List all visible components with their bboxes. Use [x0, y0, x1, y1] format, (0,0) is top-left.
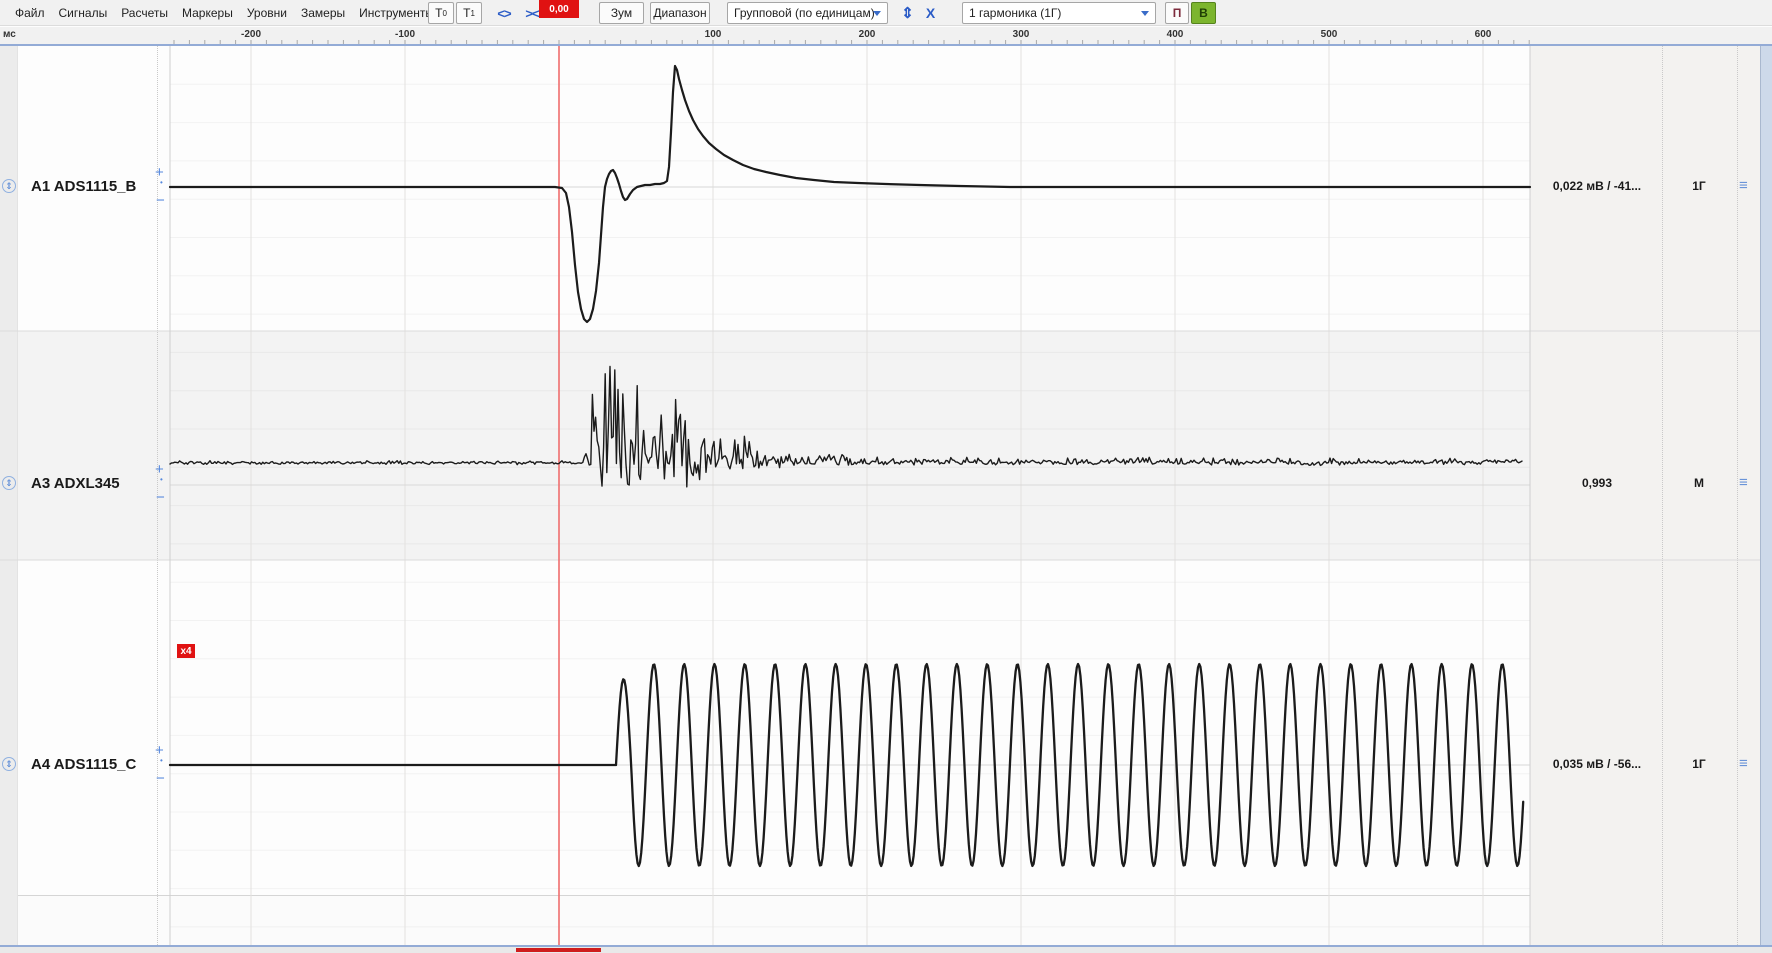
values-separator-line: [1662, 46, 1663, 945]
zero-down-handle[interactable]: −: [156, 770, 165, 787]
chevron-down-icon: [1141, 11, 1149, 16]
t1-label: T: [463, 6, 470, 20]
bottom-scrollbar[interactable]: [0, 947, 1772, 953]
harmonic-dropdown[interactable]: 1 гармоника (1Г): [962, 2, 1156, 24]
menu-measurements[interactable]: Замеры: [301, 6, 345, 20]
menu-calculations[interactable]: Расчеты: [121, 6, 168, 20]
channel-drag-icon[interactable]: ⇕: [2, 757, 16, 771]
channel-unit: 1Г: [1664, 757, 1734, 771]
channel-unit: М: [1664, 476, 1734, 490]
bottom-band: [0, 895, 1760, 945]
ruler-unit-label: мс: [3, 29, 16, 40]
zero-dot-handle[interactable]: •: [160, 756, 163, 765]
t0-button[interactable]: T0: [428, 2, 454, 24]
channel-band-a1: [0, 46, 1760, 331]
chevron-down-icon: [873, 11, 881, 16]
channel-band-a3: [0, 331, 1760, 560]
time-ruler[interactable]: мс -200 -100 100 200 300 400 500 600: [0, 27, 1772, 45]
ruler-tick-label: 300: [999, 29, 1043, 40]
clear-icon[interactable]: X: [920, 2, 940, 24]
ruler-tick-label: 100: [691, 29, 735, 40]
bottom-scrollbar-thumb[interactable]: [516, 948, 601, 952]
p-toggle-button[interactable]: П: [1165, 2, 1189, 24]
channel-menu-icon[interactable]: ≡: [1739, 177, 1748, 194]
menu-levels[interactable]: Уровни: [247, 6, 287, 20]
v-toggle-button[interactable]: В: [1191, 2, 1216, 24]
channel-value: 0,993: [1532, 476, 1662, 490]
channel-unit: 1Г: [1664, 179, 1734, 193]
t1-button[interactable]: T1: [456, 2, 482, 24]
autoscale-vertical-icon[interactable]: ⇕: [897, 2, 917, 24]
zero-dot-handle[interactable]: •: [160, 475, 163, 484]
ruler-tick-label: -100: [383, 29, 427, 40]
channel-band-a4: [0, 560, 1760, 895]
unit-separator-line: [1737, 46, 1738, 945]
channel-menu-icon[interactable]: ≡: [1739, 755, 1748, 772]
channel-label[interactable]: A3 ADXL345: [31, 475, 120, 492]
t0-sub: 0: [442, 9, 446, 18]
menu-signals[interactable]: Сигналы: [59, 6, 108, 20]
channel-value: 0,035 мВ / -56...: [1532, 757, 1662, 771]
ruler-tick-label: 600: [1461, 29, 1505, 40]
group-mode-dropdown[interactable]: Групповой (по единицам): [727, 2, 888, 24]
channel-value: 0,022 мВ / -41...: [1532, 179, 1662, 193]
menu-markers[interactable]: Маркеры: [182, 6, 233, 20]
t1-sub: 1: [470, 9, 474, 18]
ruler-underline: [0, 44, 1772, 46]
zero-down-handle[interactable]: −: [156, 489, 165, 506]
menu-file[interactable]: Файл: [15, 6, 45, 20]
zoom-button[interactable]: Зум: [599, 2, 644, 24]
channel-drag-icon[interactable]: ⇕: [2, 179, 16, 193]
scale-multiplier-badge[interactable]: x4: [177, 644, 195, 658]
app-window: Файл Сигналы Расчеты Маркеры Уровни Заме…: [0, 0, 1772, 953]
channel-label[interactable]: A1 ADS1115_B: [31, 178, 136, 195]
range-button[interactable]: Диапазон: [650, 2, 710, 24]
menu-bar: Файл Сигналы Расчеты Маркеры Уровни Заме…: [15, 0, 434, 26]
group-mode-value: Групповой (по единицам): [734, 6, 875, 20]
channel-menu-icon[interactable]: ≡: [1739, 474, 1748, 491]
ruler-tick-label: 400: [1153, 29, 1197, 40]
cursor-time-badge[interactable]: 0,00: [539, 0, 579, 18]
harmonic-value: 1 гармоника (1Г): [969, 6, 1061, 20]
vertical-scrollbar[interactable]: [1760, 46, 1772, 945]
menu-tools[interactable]: Инструменты: [359, 6, 434, 20]
zero-dot-handle[interactable]: •: [160, 178, 163, 187]
ruler-tick-label: 500: [1307, 29, 1351, 40]
channel-drag-icon[interactable]: ⇕: [2, 476, 16, 490]
expand-horizontal-icon[interactable]: <>: [490, 2, 518, 24]
channel-label[interactable]: A4 ADS1115_C: [31, 756, 136, 773]
t0-label: T: [435, 6, 442, 20]
ruler-tick-label: -200: [229, 29, 273, 40]
zero-down-handle[interactable]: −: [156, 192, 165, 209]
ruler-tick-label: 200: [845, 29, 889, 40]
toolbar: Файл Сигналы Расчеты Маркеры Уровни Заме…: [0, 0, 1772, 26]
